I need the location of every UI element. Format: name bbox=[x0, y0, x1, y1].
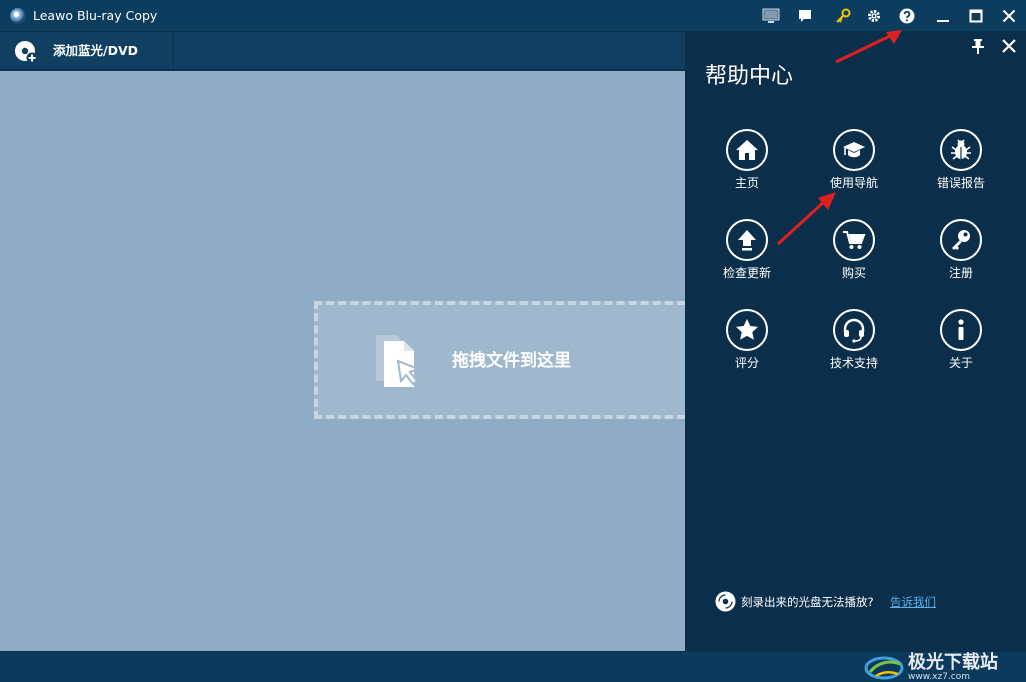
help-item-label: 错误报告 bbox=[936, 176, 985, 190]
minimize-button[interactable] bbox=[933, 6, 953, 26]
help-item-label: 关于 bbox=[948, 356, 973, 370]
disc-feedback-note: 刻录出来的光盘无法播放? 告诉我们 bbox=[715, 591, 1005, 613]
watermark-text: 极光下载站 bbox=[908, 652, 998, 673]
bug-icon bbox=[940, 129, 982, 171]
key-icon[interactable] bbox=[833, 6, 853, 26]
help-item-label: 使用导航 bbox=[829, 176, 878, 190]
status-bar: 极光下载站 www.xz7.com bbox=[0, 651, 1026, 682]
info-icon bbox=[940, 309, 982, 351]
drop-zone[interactable]: 拖拽文件到这里 bbox=[314, 301, 685, 419]
maximize-button[interactable] bbox=[966, 6, 986, 26]
help-item-label: 购买 bbox=[841, 266, 866, 280]
disc-add-icon bbox=[15, 41, 38, 64]
close-panel-button[interactable] bbox=[1000, 37, 1018, 55]
help-item-label: 注册 bbox=[948, 266, 973, 280]
help-item-bug-report[interactable]: 错误报告 bbox=[913, 129, 1009, 199]
star-icon bbox=[726, 309, 768, 351]
watermark: 极光下载站 www.xz7.com bbox=[862, 652, 1022, 682]
toolbar: 添加蓝光/DVD bbox=[0, 32, 685, 70]
help-item-check-update[interactable]: 检查更新 bbox=[699, 219, 795, 289]
help-item-label: 主页 bbox=[734, 176, 759, 190]
help-center-panel: 帮助中心 主页 使用导航 错误报告 检查更新 购买 注册 评分 技术支持 关于 … bbox=[685, 32, 1026, 651]
app-title: Leawo Blu-ray Copy bbox=[33, 8, 158, 23]
title-bar: Leawo Blu-ray Copy bbox=[0, 0, 1026, 32]
help-item-support[interactable]: 技术支持 bbox=[806, 309, 902, 379]
help-item-label: 技术支持 bbox=[829, 356, 878, 370]
disc-icon bbox=[715, 591, 736, 612]
tell-us-link[interactable]: 告诉我们 bbox=[890, 594, 936, 610]
graduation-cap-icon bbox=[833, 129, 875, 171]
add-bluray-dvd-button[interactable]: 添加蓝光/DVD bbox=[0, 32, 174, 70]
help-item-buy[interactable]: 购买 bbox=[806, 219, 902, 289]
drop-zone-label: 拖拽文件到这里 bbox=[452, 351, 571, 371]
watermark-url: www.xz7.com bbox=[908, 672, 970, 682]
headset-icon bbox=[833, 309, 875, 351]
help-item-register[interactable]: 注册 bbox=[913, 219, 1009, 289]
close-button[interactable] bbox=[999, 6, 1019, 26]
main-area: 拖拽文件到这里 bbox=[0, 71, 685, 651]
key-icon bbox=[940, 219, 982, 261]
screen-icon[interactable] bbox=[761, 6, 781, 26]
watermark-logo-icon bbox=[864, 656, 904, 680]
help-item-about[interactable]: 关于 bbox=[913, 309, 1009, 379]
chat-icon[interactable] bbox=[795, 6, 815, 26]
app-logo-icon bbox=[10, 8, 26, 24]
help-item-rate[interactable]: 评分 bbox=[699, 309, 795, 379]
help-item-label: 评分 bbox=[734, 356, 759, 370]
pin-icon[interactable] bbox=[969, 37, 987, 55]
gear-icon[interactable] bbox=[864, 6, 884, 26]
cart-icon bbox=[833, 219, 875, 261]
help-item-home[interactable]: 主页 bbox=[699, 129, 795, 199]
help-center-title: 帮助中心 bbox=[705, 64, 794, 89]
home-icon bbox=[726, 129, 768, 171]
upload-arrow-icon bbox=[726, 219, 768, 261]
help-item-guide[interactable]: 使用导航 bbox=[806, 129, 902, 199]
help-icon[interactable] bbox=[897, 6, 917, 26]
add-bluray-dvd-label: 添加蓝光/DVD bbox=[53, 43, 138, 58]
drop-file-icon bbox=[376, 335, 421, 387]
disc-feedback-text: 刻录出来的光盘无法播放? bbox=[741, 595, 874, 609]
help-item-label: 检查更新 bbox=[722, 266, 771, 280]
